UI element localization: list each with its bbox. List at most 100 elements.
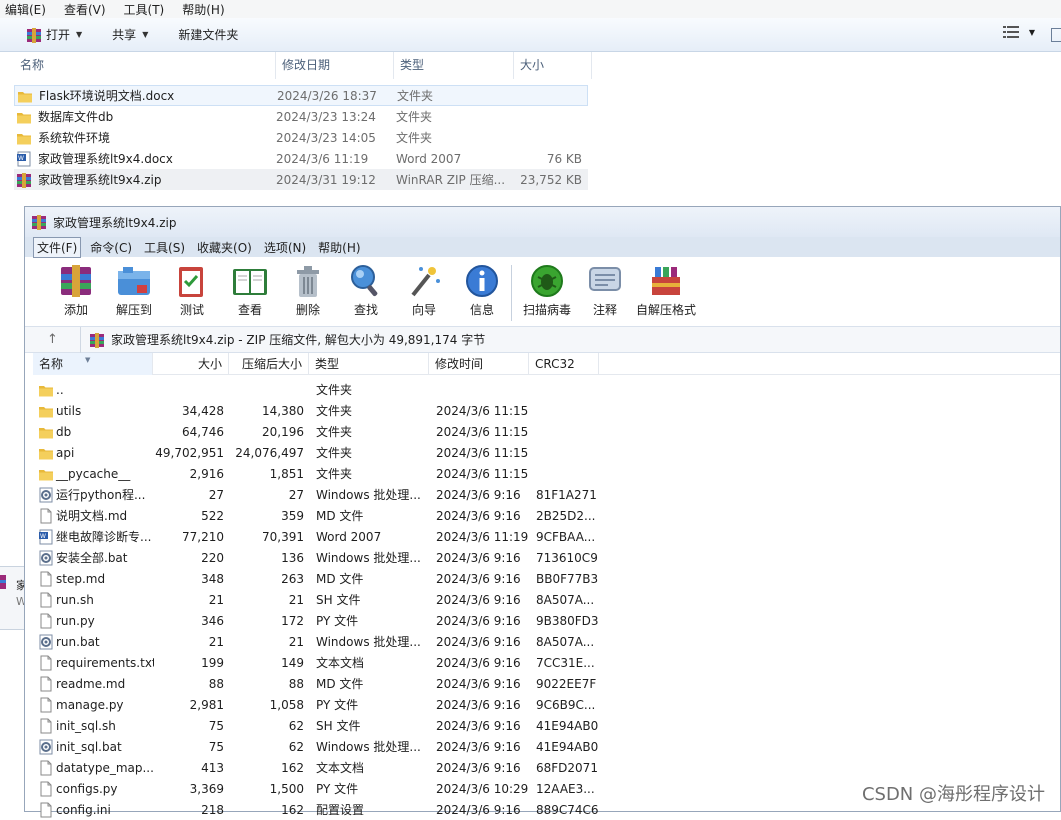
open-button[interactable]: 打开 ▼ [18,22,90,48]
column-packed-size[interactable]: 压缩后大小 [229,353,309,375]
archive-file-type: MD 文件 [316,509,364,523]
info-button[interactable]: 信息 [453,257,511,318]
column-size[interactable]: 大小 [153,353,229,375]
preview-pane-icon[interactable] [1051,28,1061,42]
archive-file-name: db [56,424,72,439]
new-folder-button[interactable]: 新建文件夹 [170,22,246,48]
folder-icon [18,91,32,102]
archive-file-row[interactable]: run.sh 21 21 SH 文件 2024/3/6 9:16 8A507A... [34,589,600,610]
view-button[interactable]: 查看 [221,257,279,318]
archive-file-row[interactable]: 运行python程... 27 27 Windows 批处理... 2024/3/6 9… [34,484,600,505]
add-button[interactable]: 添加 [47,257,105,318]
archive-name-cell: step.md [34,571,154,587]
wizard-button[interactable]: 向导 [395,257,453,318]
menu-commands[interactable]: 命令(C) [87,238,135,257]
file-date: 2024/3/23 14:05 [276,130,376,145]
archive-file-size: 49,702,951 [155,445,224,460]
archive-file-row[interactable]: W 继电故障诊断专... 77,210 70,391 Word 2007 2024/3/6… [34,526,600,547]
explorer-file-row[interactable]: W 家政管理系统lt9x4.docx 2024/3/6 11:19 Word 2007… [14,148,588,169]
watermark: CSDN @海彤程序设计 [861,784,1045,805]
archive-file-type: 配置设置 [316,803,365,817]
archive-file-row[interactable]: 说明文档.md 522 359 MD 文件 2024/3/6 9:16 2B25D2... [34,505,600,526]
archive-name-cell: run.py [34,613,154,629]
archive-file-row[interactable]: init_sql.sh 75 62 SH 文件 2024/3/6 9:16 41E94AB… [34,715,600,736]
archive-crc32: 9CFBAA... [536,529,596,544]
comment-button[interactable]: 注释 [576,257,634,318]
column-size[interactable]: 大小 [514,52,592,79]
archive-file-row[interactable]: run.bat 21 21 Windows 批处理... 2024/3/6 9:16 8A… [34,631,600,652]
menu-help[interactable]: 帮助(H) [177,1,229,18]
archive-file-row[interactable]: step.md 348 263 MD 文件 2024/3/6 9:16 BB0F77B3 [34,568,600,589]
archive-file-type: Windows 批处理... [316,488,421,502]
winrar-archive-icon [90,332,104,348]
winrar-column-header: ▼ 名称 大小 压缩后大小 类型 修改时间 CRC32 [33,353,1060,375]
sfx-button[interactable]: 自解压格式 [634,257,698,318]
column-type[interactable]: 类型 [394,52,514,79]
share-button[interactable]: 共享 ▼ [104,22,156,48]
menu-tools[interactable]: 工具(T) [119,1,170,18]
archive-file-name: datatype_map.... [56,760,154,775]
archive-crc32: 889C74C6 [536,802,599,817]
archive-file-row[interactable]: configs.py 3,369 1,500 PY 文件 2024/3/6 10:29 1… [34,778,600,799]
archive-file-row[interactable]: utils 34,428 14,380 文件夹 2024/3/6 11:15 [34,400,600,421]
archive-file-row[interactable]: api 49,702,951 24,076,497 文件夹 2024/3/6 11:15 [34,442,600,463]
archive-crc32: 7CC31E... [536,655,595,670]
menu-view[interactable]: 查看(V) [59,1,111,18]
extract-folder-icon [118,267,150,295]
archive-file-name: 运行python程... [56,488,146,502]
archive-packed-size: 1,500 [269,781,304,796]
test-clipboard-icon [179,267,203,297]
archive-file-type: 文件夹 [316,425,353,439]
archive-modified: 2024/3/6 9:16 [436,508,521,523]
magic-wand-icon [411,267,440,297]
winrar-title-bar[interactable]: 家政管理系统lt9x4.zip [25,207,1060,237]
explorer-file-row[interactable]: 数据库文件db 2024/3/23 13:24 文件夹 [14,106,588,127]
menu-file[interactable]: 文件(F) [33,236,82,258]
archive-file-type: PY 文件 [316,614,359,628]
chevron-down-icon: ▼ [76,30,83,39]
archive-file-row[interactable]: .. 文件夹 [34,379,600,400]
column-name[interactable]: ▼ 名称 [33,353,153,375]
archive-file-row[interactable]: datatype_map.... 413 162 文本文档 2024/3/6 9:16 6… [34,757,600,778]
extract-to-button[interactable]: 解压到 [105,257,163,318]
archive-file-row[interactable]: init_sql.bat 75 62 Windows 批处理... 2024/3/6 9… [34,736,600,757]
column-modified[interactable]: 修改时间 [429,353,529,375]
archive-file-row[interactable]: readme.md 88 88 MD 文件 2024/3/6 9:16 9022EE7F [34,673,600,694]
view-options-button[interactable]: ▼ [1002,26,1035,38]
archive-path[interactable]: 家政管理系统lt9x4.zip - ZIP 压缩文件, 解包大小为 49,891… [81,331,485,348]
archive-modified: 2024/3/6 11:15 [436,403,529,418]
archive-file-row[interactable]: run.py 346 172 PY 文件 2024/3/6 9:16 9B380FD3 [34,610,600,631]
test-button[interactable]: 测试 [163,257,221,318]
archive-file-row[interactable]: 安装全部.bat 220 136 Windows 批处理... 2024/3/6 9:1… [34,547,600,568]
archive-file-row[interactable]: manage.py 2,981 1,058 PY 文件 2024/3/6 9:16 9C6… [34,694,600,715]
explorer-file-row[interactable]: 家政管理系统lt9x4.zip 2024/3/31 19:12 WinRAR ZIP… [14,169,588,190]
archive-name-cell: __pycache__ [34,466,154,482]
menu-help[interactable]: 帮助(H) [315,238,363,257]
menu-options[interactable]: 选项(N) [261,238,309,257]
archive-file-size: 220 [201,550,224,565]
menu-tools[interactable]: 工具(S) [141,238,188,257]
archive-crc32: 41E94AB0 [536,739,599,754]
virus-scan-button[interactable]: 扫描病毒 [518,257,576,318]
delete-button[interactable]: 删除 [279,257,337,318]
up-folder-button[interactable]: ↑ [25,326,81,353]
explorer-file-row[interactable]: Flask环境说明文档.docx 2024/3/26 18:37 文件夹 [14,85,588,106]
column-name[interactable]: 名称 [14,52,276,79]
archive-file-name: configs.py [56,781,118,796]
column-type[interactable]: 类型 [309,353,429,375]
archive-packed-size: 359 [281,508,304,523]
file-size: 23,752 KB [520,172,582,187]
archive-file-row[interactable]: db 64,746 20,196 文件夹 2024/3/6 11:15 [34,421,600,442]
archive-file-type: PY 文件 [316,698,359,712]
archive-file-row[interactable]: config.ini 218 162 配置设置 2024/3/6 9:16 889C74C… [34,799,600,820]
menu-favorites[interactable]: 收藏夹(O) [194,238,255,257]
column-crc32[interactable]: CRC32 [529,353,599,375]
menu-edit[interactable]: 编辑(E) [0,1,51,18]
find-button[interactable]: 查找 [337,257,395,318]
column-date[interactable]: 修改日期 [276,52,394,79]
archive-file-row[interactable]: requirements.txt 199 149 文本文档 2024/3/6 9:16 7… [34,652,600,673]
text-file-icon [40,760,52,775]
explorer-file-row[interactable]: 系统软件环境 2024/3/23 14:05 文件夹 [14,127,588,148]
archive-file-row[interactable]: __pycache__ 2,916 1,851 文件夹 2024/3/6 11:15 [34,463,600,484]
file-name-cell: W 家政管理系统lt9x4.docx [14,150,276,167]
